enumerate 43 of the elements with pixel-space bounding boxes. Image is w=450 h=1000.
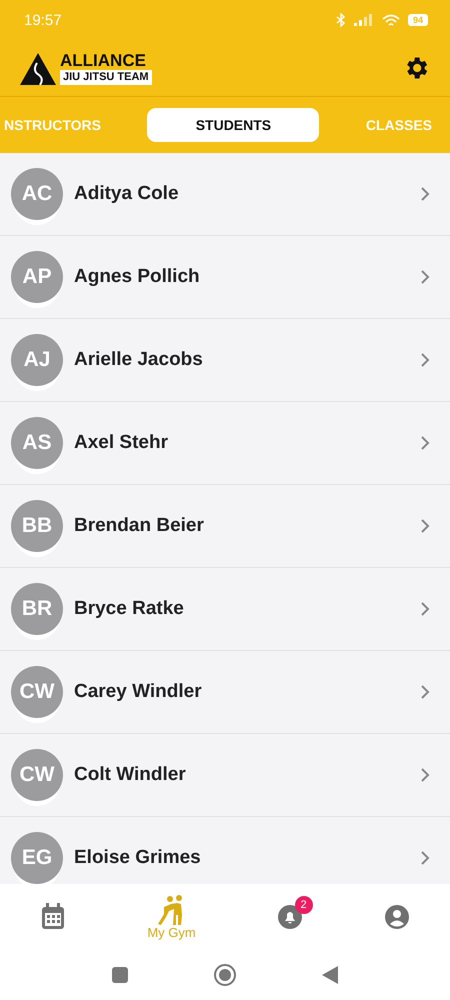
- student-name: Bryce Ratke: [74, 598, 185, 620]
- student-avatar: BB: [11, 500, 63, 552]
- student-avatar: CW: [11, 666, 63, 718]
- logo-title: ALLIANCE: [60, 52, 146, 70]
- student-avatar: AC: [11, 168, 63, 220]
- student-name: Aditya Cole: [74, 183, 180, 205]
- chevron-right-icon: [420, 601, 430, 617]
- back-button-icon[interactable]: [321, 965, 339, 985]
- wifi-icon: [382, 14, 400, 26]
- logo-subtitle: JIU JITSU TEAM: [60, 70, 152, 84]
- student-avatar: CW: [11, 749, 63, 801]
- student-name: Carey Windler: [74, 681, 203, 703]
- profile-icon: [384, 904, 410, 930]
- chevron-right-icon: [420, 684, 430, 700]
- battery-indicator: 94: [408, 14, 428, 26]
- chevron-right-icon: [420, 850, 430, 866]
- student-avatar: BR: [11, 583, 63, 635]
- chevron-right-icon: [420, 269, 430, 285]
- student-avatar: AP: [11, 251, 63, 303]
- calendar-icon: [40, 903, 66, 931]
- status-time: 19:57: [24, 12, 62, 28]
- chevron-right-icon: [420, 518, 430, 534]
- chevron-right-icon: [420, 186, 430, 202]
- student-name: Colt Windler: [74, 764, 187, 786]
- recents-button-icon[interactable]: [111, 966, 129, 984]
- tab[interactable]: STUDENTS: [147, 108, 320, 142]
- home-button-icon[interactable]: [213, 963, 237, 987]
- bell-icon: [276, 904, 303, 930]
- student-avatar: AJ: [11, 334, 63, 386]
- student-name: Axel Stehr: [74, 432, 169, 454]
- student-avatar: AS: [11, 417, 63, 469]
- notification-badge: 2: [294, 896, 313, 914]
- signal-icon: [354, 14, 374, 26]
- bluetooth-icon: [336, 13, 346, 27]
- student-avatar: EG: [11, 832, 63, 884]
- student-name: Arielle Jacobs: [74, 349, 204, 371]
- mountain-logo-icon: [20, 52, 56, 84]
- chevron-right-icon: [420, 435, 430, 451]
- student-name: Brendan Beier: [74, 515, 205, 537]
- chevron-right-icon: [420, 767, 430, 783]
- student-name: Agnes Pollich: [74, 266, 201, 288]
- student-name: Eloise Grimes: [74, 847, 202, 869]
- chevron-right-icon: [420, 352, 430, 368]
